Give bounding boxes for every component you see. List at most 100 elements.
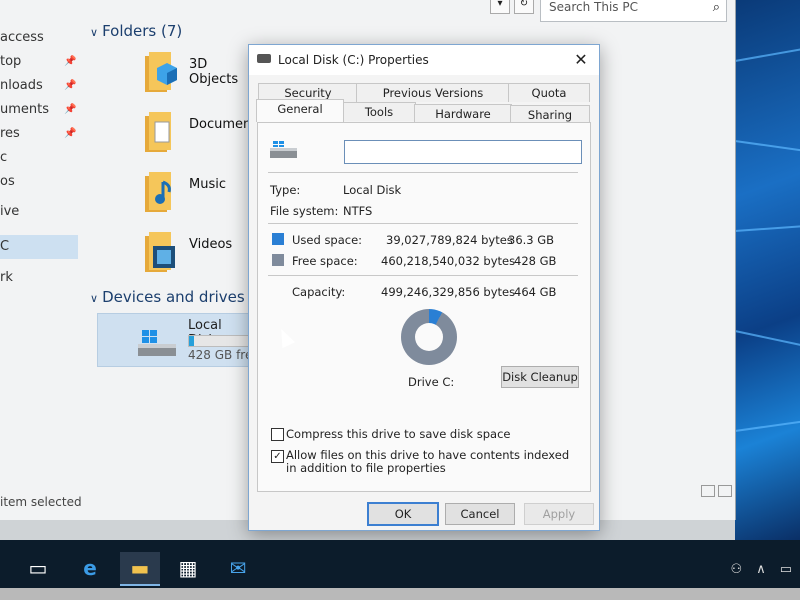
dropdown-button[interactable]: ▾	[490, 0, 510, 14]
nav-item-desktop[interactable]: top 📌	[0, 54, 78, 74]
hard-drive-icon	[270, 141, 297, 158]
refresh-button[interactable]: ↻	[514, 0, 534, 14]
people-icon[interactable]: ⚇	[731, 562, 743, 577]
free-space-size: 428 GB	[514, 254, 557, 268]
pin-icon: 📌	[64, 128, 77, 139]
drive-icon	[257, 54, 271, 63]
task-view-icon: ▭	[28, 556, 48, 580]
drive-local-disk-c[interactable]: Local Disk 428 GB free	[97, 313, 260, 367]
tab-tools[interactable]: Tools	[342, 102, 416, 121]
donut-hole	[415, 323, 443, 351]
nav-item-music[interactable]: c	[0, 150, 78, 170]
desktop-background	[734, 0, 800, 540]
nav-item-label: res	[0, 126, 20, 141]
used-space-size: 36.3 GB	[508, 233, 555, 247]
close-icon[interactable]: ✕	[571, 50, 591, 69]
navigation-pane: access top 📌 nloads 📌 uments 📌 res 📌 c os iv…	[0, 20, 78, 490]
folders-group-header[interactable]: ∨ Folders (7)	[90, 22, 182, 40]
tab-label: Previous Versions	[382, 86, 484, 100]
chevron-up-icon[interactable]: ∧	[756, 562, 766, 577]
edge-icon: e	[83, 556, 97, 580]
compress-checkbox[interactable]	[271, 428, 284, 441]
tab-general[interactable]: General	[256, 99, 344, 122]
folder-music[interactable]: Music	[143, 170, 253, 228]
system-tray: ⚇ ∧ ▭	[717, 562, 792, 577]
tab-label: Security	[284, 86, 332, 100]
store-button[interactable]: ▦	[168, 552, 208, 584]
general-tab-panel: Type: Local Disk File system: NTFS Used …	[257, 122, 591, 492]
drive-usage-bar	[188, 335, 255, 347]
chevron-down-icon: ∨	[90, 292, 99, 305]
tab-label: Quota	[531, 86, 567, 100]
edge-button[interactable]: e	[70, 552, 110, 584]
nav-item-label: os	[0, 174, 15, 189]
nav-item-pictures[interactable]: res 📌	[0, 126, 78, 146]
folder-documents[interactable]: Documents	[143, 110, 263, 168]
devices-header-label: Devices and drives (1)	[102, 288, 271, 306]
index-checkbox[interactable]: ✓	[271, 450, 284, 463]
folder-label: Music	[189, 177, 226, 192]
mail-button[interactable]: ✉	[218, 552, 258, 584]
pin-icon: 📌	[64, 104, 77, 115]
nav-item-downloads[interactable]: nloads 📌	[0, 78, 78, 98]
wallpaper-ray	[734, 418, 800, 432]
folder-videos[interactable]: Videos	[143, 230, 253, 288]
volume-name-input[interactable]	[344, 140, 582, 164]
store-icon: ▦	[178, 556, 198, 580]
nav-item-videos[interactable]: os	[0, 174, 78, 194]
nav-item-label: top	[0, 54, 22, 69]
tab-hardware[interactable]: Hardware	[414, 104, 512, 123]
details-view-icon[interactable]	[701, 485, 715, 497]
nav-item-quick-access[interactable]: access	[0, 30, 78, 50]
nav-item-label: ive	[0, 204, 20, 219]
chevron-down-icon: ∨	[90, 26, 99, 39]
search-icon[interactable]: ⌕	[713, 0, 720, 15]
drive-usage-fill	[189, 336, 195, 346]
pin-icon: 📌	[64, 80, 77, 91]
videos-icon	[145, 232, 175, 272]
file-system-value: NTFS	[343, 204, 373, 218]
nav-item-documents[interactable]: uments 📌	[0, 102, 78, 122]
dialog-title-bar[interactable]: Local Disk (C:) Properties ✕	[249, 45, 599, 75]
nav-item-label: C	[0, 239, 10, 254]
wallpaper-ray	[734, 140, 800, 154]
tab-previous-versions[interactable]: Previous Versions	[356, 83, 510, 102]
capacity-bytes: 499,246,329,856 bytes	[381, 285, 516, 299]
folder-3d-objects[interactable]: 3D Objects	[143, 50, 253, 108]
nav-item-network[interactable]: rk	[0, 270, 78, 290]
cancel-button[interactable]: Cancel	[445, 503, 515, 525]
tab-label: Hardware	[435, 107, 491, 121]
tab-quota[interactable]: Quota	[508, 83, 590, 102]
apply-button[interactable]: Apply	[524, 503, 594, 525]
nav-item-label: c	[0, 150, 8, 165]
properties-dialog: Local Disk (C:) Properties ✕ Security Pr…	[248, 44, 600, 531]
free-space-swatch	[272, 254, 284, 266]
view-toggle-buttons	[698, 485, 732, 500]
divider	[268, 223, 578, 224]
pin-icon: 📌	[64, 56, 77, 67]
status-text: item selected	[0, 495, 82, 509]
used-space-swatch	[272, 233, 284, 245]
type-label: Type:	[270, 183, 301, 197]
nav-item-this-pc[interactable]: C	[0, 235, 78, 259]
task-view-button[interactable]: ▭	[18, 552, 58, 584]
large-icons-view-icon[interactable]	[718, 485, 732, 497]
disk-cleanup-button[interactable]: Disk Cleanup	[501, 366, 579, 388]
free-space-label: Free space:	[292, 254, 358, 268]
file-explorer-button[interactable]: ▬	[120, 552, 160, 586]
nav-item-label: nloads	[0, 78, 43, 93]
nav-item-onedrive[interactable]: ive	[0, 204, 78, 224]
folder-label: 3D Objects	[189, 57, 239, 87]
used-space-label: Used space:	[292, 233, 363, 247]
wallpaper-ray	[734, 330, 800, 349]
search-input[interactable]: Search This PC ⌕	[540, 0, 727, 22]
monitor-bezel	[0, 588, 800, 600]
folders-header-label: Folders (7)	[102, 22, 183, 40]
speech-icon[interactable]: ▭	[780, 562, 792, 577]
devices-group-header[interactable]: ∨ Devices and drives (1)	[90, 288, 271, 306]
ok-button[interactable]: OK	[367, 502, 439, 526]
documents-icon	[145, 112, 171, 152]
type-value: Local Disk	[343, 183, 402, 197]
file-system-label: File system:	[270, 204, 339, 218]
tab-label: Tools	[364, 105, 394, 119]
